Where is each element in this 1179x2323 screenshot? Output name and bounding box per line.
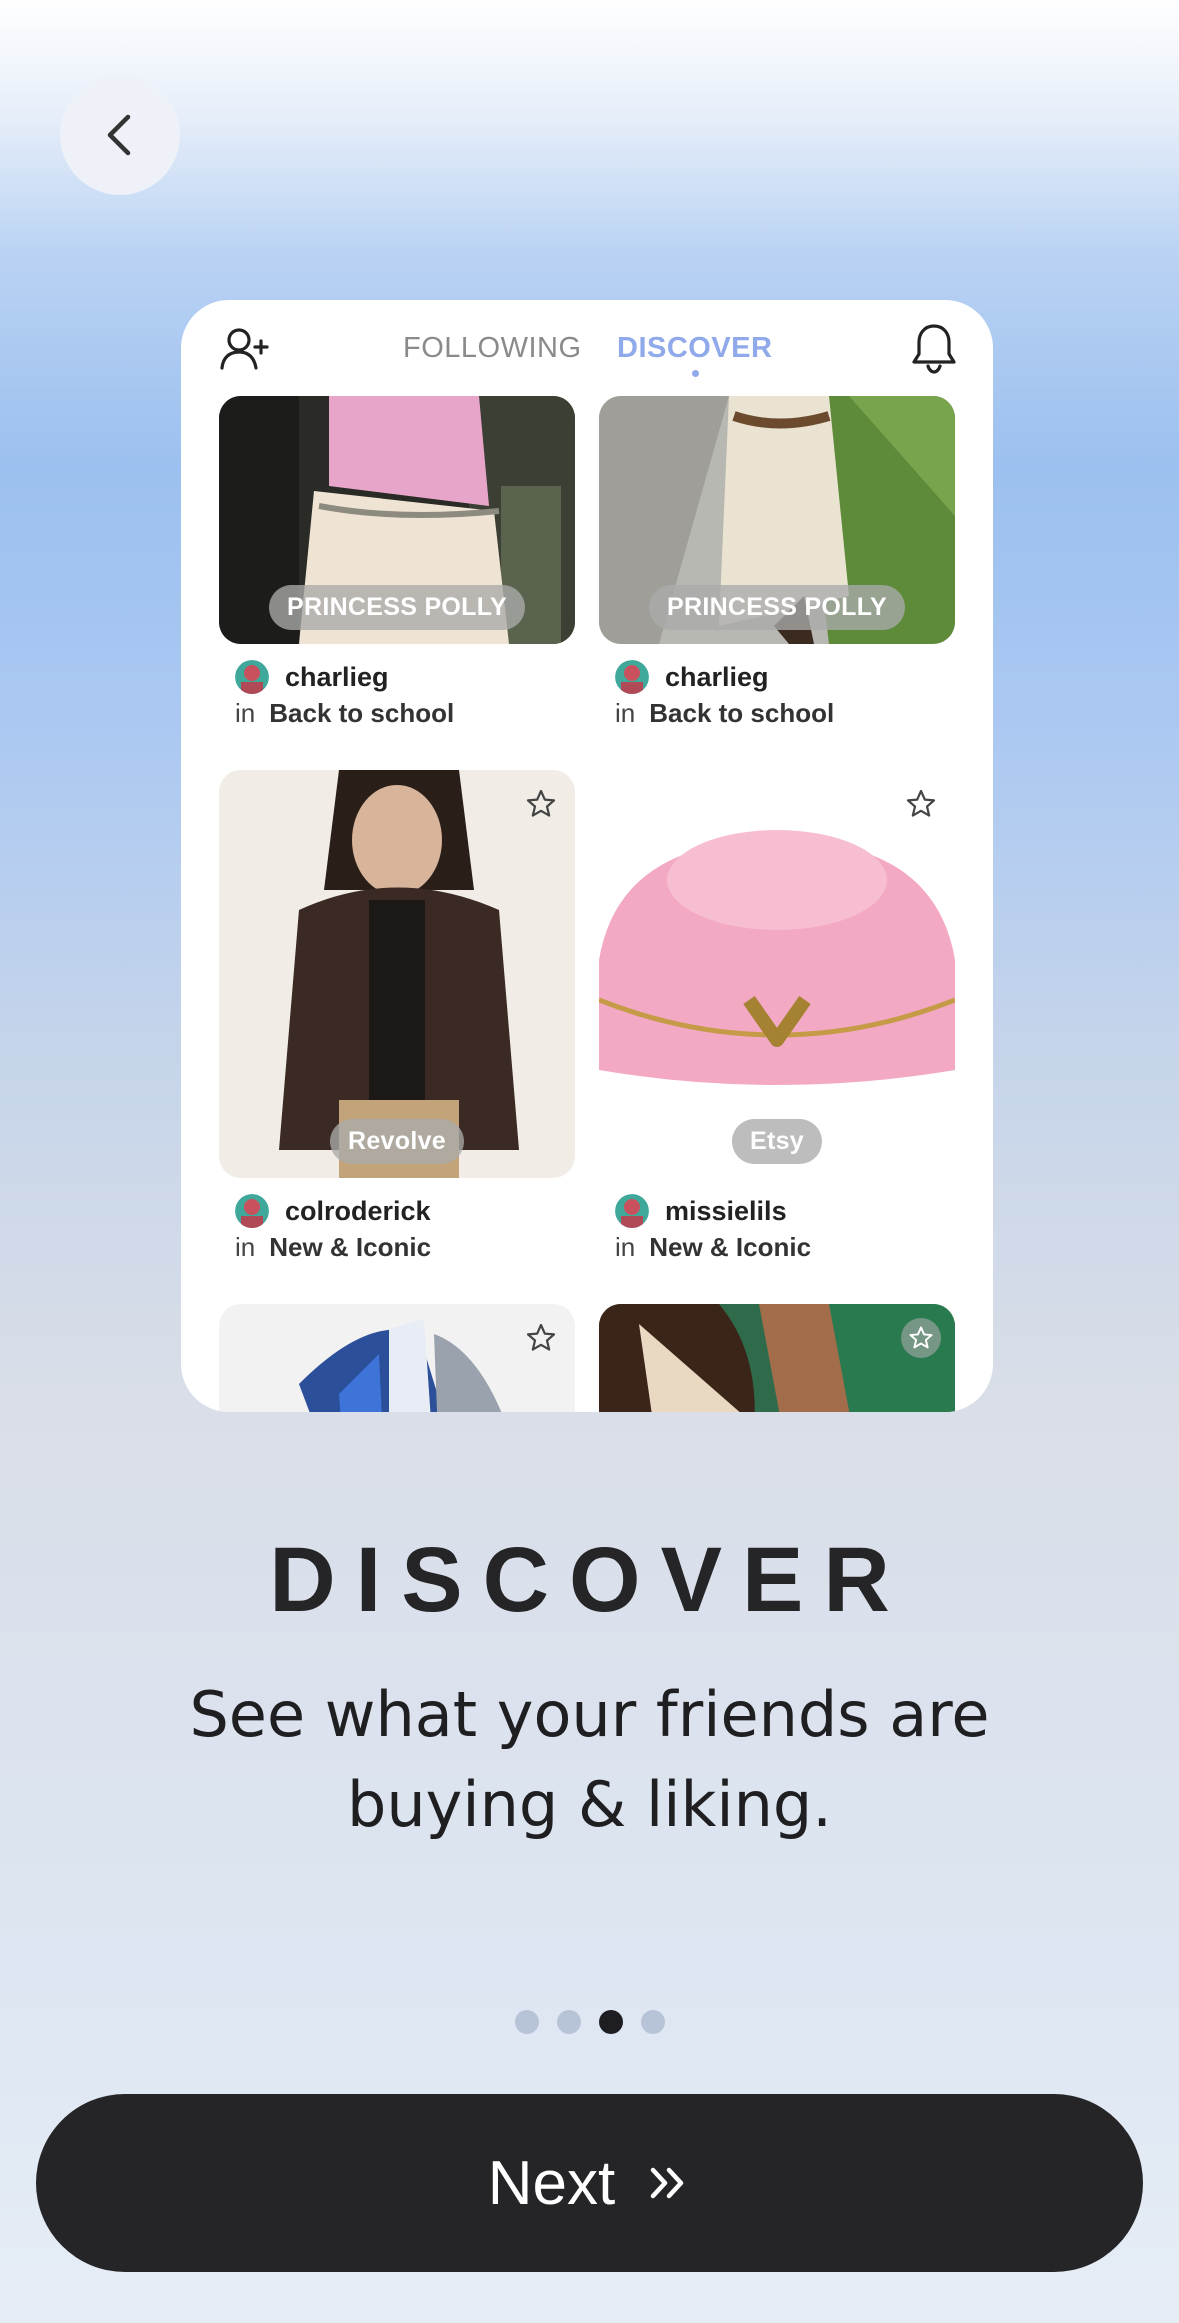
post-grid: PRINCESS POLLY PRINCESS POLLY charlieg i…	[181, 396, 993, 1412]
preview-top-bar: FOLLOWING DISCOVER	[181, 300, 993, 396]
in-label: in	[235, 698, 256, 728]
avatar[interactable]	[235, 1194, 269, 1228]
page-dot	[640, 2010, 665, 2034]
page-dot-active	[598, 2010, 623, 2034]
in-label: in	[235, 1232, 256, 1262]
in-label: in	[615, 698, 636, 728]
post-image[interactable]: PRINCESS POLLY	[599, 396, 955, 644]
post-image[interactable]: Revolve	[219, 770, 575, 1178]
active-tab-indicator	[692, 370, 699, 377]
product-photo	[599, 1304, 955, 1412]
tab-following[interactable]: FOLLOWING	[403, 332, 582, 365]
username[interactable]: charlieg	[285, 662, 389, 693]
next-button-label: Next	[487, 2148, 616, 2218]
back-button[interactable]	[60, 75, 180, 195]
post-image[interactable]: PRINCESS POLLY	[219, 396, 575, 644]
page-dot	[514, 2010, 539, 2034]
post-image[interactable]	[219, 1304, 575, 1412]
brand-tag: Revolve	[330, 1119, 464, 1164]
product-photo	[219, 770, 575, 1178]
onboarding-subtitle: See what your friends are buying & likin…	[189, 1678, 990, 1841]
avatar[interactable]	[235, 660, 269, 694]
onboarding-title: DISCOVER	[269, 1529, 910, 1631]
chevron-left-icon	[107, 114, 131, 156]
brand-tag: Etsy	[731, 1119, 823, 1164]
next-button[interactable]: Next	[36, 2094, 1143, 2272]
page-dot	[556, 2010, 581, 2034]
tab-discover[interactable]: DISCOVER	[617, 332, 772, 365]
app-preview-card: FOLLOWING DISCOVER PRINCESS POLLY PRINCE…	[181, 300, 993, 1412]
collection-name[interactable]: Back to school	[649, 698, 834, 728]
collection-name[interactable]: New & Iconic	[649, 1232, 811, 1262]
add-user-icon[interactable]	[219, 326, 271, 372]
page-indicator	[0, 2010, 1179, 2034]
collection-name[interactable]: New & Iconic	[269, 1232, 431, 1262]
brand-tag: PRINCESS POLLY	[269, 585, 525, 630]
in-label: in	[615, 1232, 636, 1262]
post-image[interactable]: Etsy	[599, 770, 955, 1178]
product-photo	[219, 1304, 575, 1412]
post-image[interactable]	[599, 1304, 955, 1412]
avatar[interactable]	[615, 1194, 649, 1228]
collection-name[interactable]: Back to school	[269, 698, 454, 728]
username[interactable]: missielils	[665, 1196, 787, 1227]
star-icon[interactable]	[905, 788, 937, 820]
bell-icon[interactable]	[911, 322, 957, 374]
star-icon[interactable]	[525, 788, 557, 820]
double-chevron-right-icon	[650, 2167, 684, 2199]
avatar[interactable]	[615, 660, 649, 694]
username[interactable]: colroderick	[285, 1196, 431, 1227]
star-icon[interactable]	[901, 1318, 941, 1358]
username[interactable]: charlieg	[665, 662, 769, 693]
brand-tag: PRINCESS POLLY	[649, 585, 905, 630]
star-icon[interactable]	[525, 1322, 557, 1354]
product-photo	[599, 770, 955, 1178]
